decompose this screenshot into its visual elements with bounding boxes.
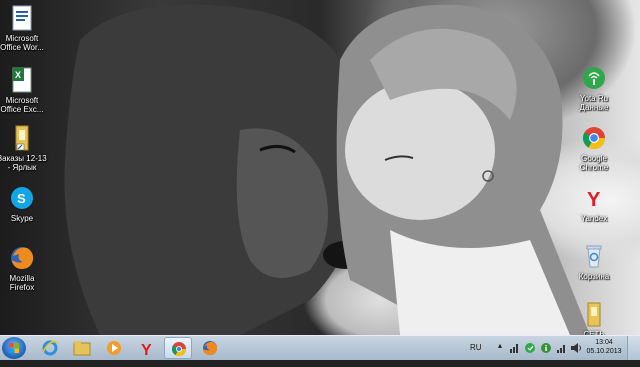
desktop-wallpaper bbox=[0, 0, 640, 335]
desktop-icon-chrome[interactable]: Google Chrome bbox=[566, 124, 622, 172]
show-hidden-icons-arrow-icon[interactable]: ▴ bbox=[498, 341, 502, 365]
clock[interactable]: 13:04 05.10.2013 bbox=[586, 338, 622, 356]
taskbar-explorer[interactable] bbox=[68, 337, 96, 359]
desktop-icon-recycle-bin[interactable]: Корзина bbox=[566, 242, 622, 281]
folder-icon bbox=[73, 341, 91, 356]
desktop-icon-label: Mozilla Firefox bbox=[9, 274, 35, 292]
desktop-icon-label: Microsoft Office Wor... bbox=[0, 34, 44, 52]
firefox-icon bbox=[9, 244, 35, 272]
recycle-bin-icon bbox=[581, 242, 607, 270]
network-icon[interactable] bbox=[510, 343, 520, 367]
taskbar-yandex-browser[interactable]: Y bbox=[132, 337, 160, 359]
start-button[interactable] bbox=[2, 337, 26, 359]
language-indicator[interactable]: RU bbox=[470, 343, 482, 367]
desktop-icon-label: Google Chrome bbox=[579, 154, 609, 172]
taskbar: Y RU ▴ 13:04 05.10.2013 bbox=[0, 335, 640, 360]
taskbar-media-player[interactable] bbox=[100, 337, 128, 359]
volume-icon[interactable] bbox=[570, 342, 582, 366]
woman-photo bbox=[336, 4, 590, 335]
desktop-icon-skype[interactable]: S Skype bbox=[0, 184, 50, 223]
folder-shortcut-icon bbox=[9, 124, 35, 152]
info-icon[interactable] bbox=[540, 342, 552, 366]
firefox-icon bbox=[203, 341, 218, 355]
media-player-icon bbox=[107, 341, 121, 355]
desktop-icon-label: Microsoft Office Exc... bbox=[0, 96, 44, 114]
desktop-icon-network-folder[interactable]: СЕТЬ bbox=[566, 300, 622, 339]
desktop-icon-excel[interactable]: X Microsoft Office Exc... bbox=[0, 66, 50, 114]
desktop-icon-label: Skype bbox=[10, 214, 34, 223]
svg-text:S: S bbox=[17, 191, 26, 206]
word-document-icon bbox=[9, 4, 35, 32]
folder-icon bbox=[581, 300, 607, 328]
desktop-icon-word[interactable]: Microsoft Office Wor... bbox=[0, 4, 50, 52]
svg-text:Y: Y bbox=[141, 342, 152, 356]
desktop-icon-firefox[interactable]: Mozilla Firefox bbox=[0, 244, 50, 292]
security-shield-icon[interactable] bbox=[524, 342, 536, 366]
taskbar-internet-explorer[interactable] bbox=[36, 337, 64, 359]
skype-icon: S bbox=[9, 184, 35, 212]
chrome-icon bbox=[172, 342, 186, 356]
desktop-icon-label: Корзина bbox=[578, 272, 610, 281]
taskbar-chrome[interactable] bbox=[164, 337, 192, 359]
show-desktop-button[interactable] bbox=[627, 336, 640, 360]
svg-text:Y: Y bbox=[587, 189, 601, 211]
desktop-icon-label: Yandex bbox=[580, 214, 608, 223]
clock-time: 13:04 bbox=[595, 339, 613, 346]
yandex-icon: Y bbox=[141, 342, 152, 356]
taskbar-firefox[interactable] bbox=[196, 337, 224, 359]
yota-icon bbox=[581, 64, 607, 92]
ie-icon bbox=[42, 340, 59, 356]
excel-document-icon: X bbox=[9, 66, 35, 94]
desktop-icon-yota[interactable]: Yota Ru Данные bbox=[566, 64, 622, 112]
yandex-icon: Y bbox=[581, 184, 607, 212]
desktop-icon-yandex[interactable]: Y Yandex bbox=[566, 184, 622, 223]
desktop-icon-label: Yota Ru Данные bbox=[579, 94, 609, 112]
signal-icon[interactable] bbox=[556, 342, 568, 366]
windows-logo-icon bbox=[9, 343, 19, 353]
desktop-icon-label: Заказы 12-13 - Ярлык bbox=[0, 154, 47, 172]
chrome-icon bbox=[581, 124, 607, 152]
clock-date: 05.10.2013 bbox=[586, 348, 622, 355]
svg-text:X: X bbox=[15, 70, 21, 80]
desktop-icon-orders-shortcut[interactable]: Заказы 12-13 - Ярлык bbox=[0, 124, 50, 172]
